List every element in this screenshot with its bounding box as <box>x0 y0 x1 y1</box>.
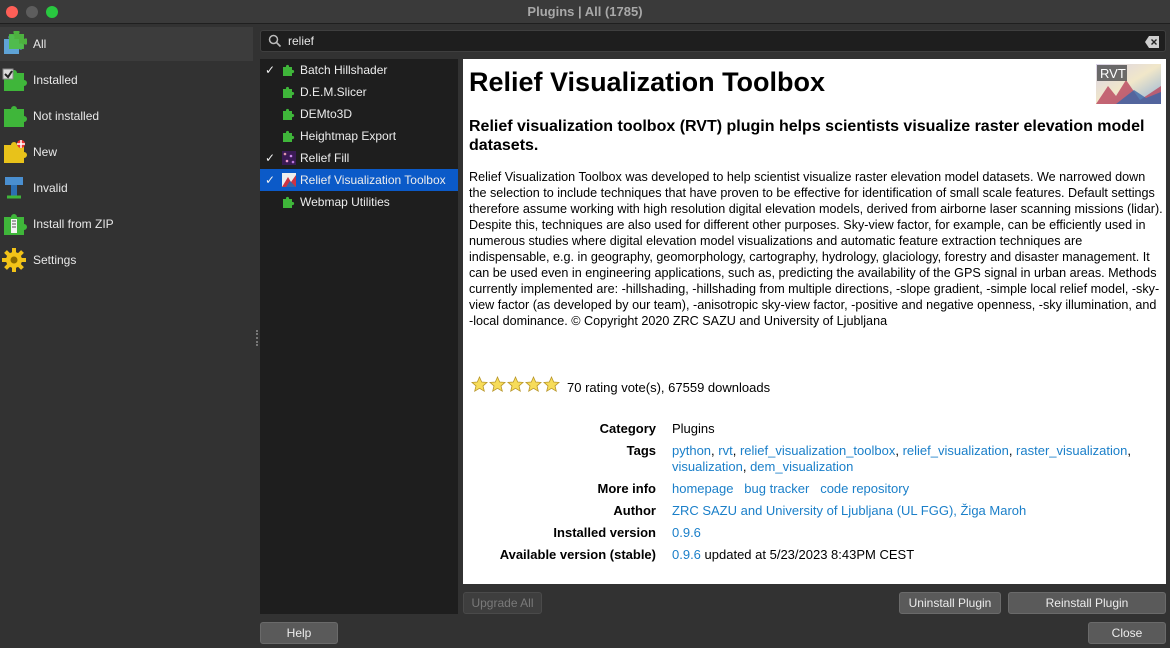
installed-check: ✓ <box>264 63 276 77</box>
star-icon <box>489 376 506 393</box>
tag-link[interactable]: python <box>672 443 711 458</box>
clear-search-icon[interactable] <box>1145 35 1159 48</box>
new-plugins-icon <box>1 139 27 165</box>
star-icon <box>525 376 542 393</box>
plugin-puzzle-icon <box>282 129 296 143</box>
window-title: Plugins | All (1785) <box>527 4 643 19</box>
installed-version-link[interactable]: 0.9.6 <box>672 525 701 540</box>
sidebar-item-new[interactable]: New <box>0 135 253 169</box>
plugin-name: DEMto3D <box>300 107 353 121</box>
plugin-puzzle-icon <box>282 85 296 99</box>
installed-version-value: 0.9.6 <box>672 525 1152 541</box>
sidebar-item-not-installed[interactable]: Not installed <box>0 99 253 133</box>
sidebar-item-label: Installed <box>33 73 78 87</box>
list-item-selected[interactable]: ✓ Relief Visualization Toolbox <box>260 169 458 191</box>
plugin-detail-panel: Relief Visualization Toolbox RVT Relief … <box>463 59 1166 584</box>
plugin-name: D.E.M.Slicer <box>300 85 367 99</box>
invalid-plugins-icon <box>1 175 27 201</box>
sidebar-item-label: Not installed <box>33 109 100 123</box>
plugins-window: Plugins | All (1785) All Installed Not i… <box>0 0 1170 648</box>
plugin-name: Relief Visualization Toolbox <box>300 173 446 187</box>
list-item[interactable]: ✓ Relief Fill <box>260 147 458 169</box>
sidebar-item-label: New <box>33 145 58 159</box>
available-version-link[interactable]: 0.9.6 <box>672 547 701 562</box>
sidebar-item-all[interactable]: All <box>0 27 253 61</box>
meta-key: Tags <box>626 443 656 458</box>
rating-stars <box>471 376 561 393</box>
meta-key: Category <box>599 421 656 436</box>
tag-link[interactable]: visualization <box>672 459 743 474</box>
upgrade-all-button[interactable]: Upgrade All <box>463 592 542 614</box>
installed-check: ✓ <box>264 151 276 165</box>
search-box <box>260 30 1166 52</box>
meta-key: Installed version <box>553 525 656 540</box>
search-icon <box>268 34 282 48</box>
relief-fill-icon <box>282 151 296 165</box>
splitter-handle[interactable] <box>256 330 259 346</box>
available-version-value: 0.9.6 updated at 5/23/2023 8:43PM CEST <box>672 547 1152 563</box>
sidebar-item-invalid[interactable]: Invalid <box>0 171 253 205</box>
plugin-puzzle-icon <box>282 195 296 209</box>
plugin-name: Webmap Utilities <box>300 195 390 209</box>
sidebar-item-label: Settings <box>33 253 77 267</box>
plugin-name: Relief Fill <box>300 151 350 165</box>
search-input[interactable] <box>288 32 1128 50</box>
sidebar: All Installed Not installed New Invalid <box>0 25 253 648</box>
star-icon <box>471 376 488 393</box>
settings-gear-icon <box>1 247 27 273</box>
meta-key: Available version (stable) <box>499 547 656 562</box>
sidebar-item-settings[interactable]: Settings <box>0 243 253 277</box>
star-icon <box>543 376 560 393</box>
category-value: Plugins <box>672 421 715 436</box>
list-item[interactable]: D.E.M.Slicer <box>260 81 458 103</box>
sidebar-item-install-zip[interactable]: Install from ZIP <box>0 207 253 241</box>
tag-link[interactable]: raster_visualization <box>1016 443 1127 458</box>
help-button[interactable]: Help <box>260 622 338 644</box>
tag-link[interactable]: relief_visualization <box>903 443 1009 458</box>
rvt-logo-icon <box>282 173 296 187</box>
meta-key: Author <box>613 503 656 518</box>
more-info-links: homepage bug tracker code repository <box>672 481 1152 497</box>
star-icon <box>507 376 524 393</box>
list-item[interactable]: Heightmap Export <box>260 125 458 147</box>
plugin-name: Heightmap Export <box>300 129 397 143</box>
bug-tracker-link[interactable]: bug tracker <box>744 481 809 496</box>
not-installed-plugins-icon <box>1 103 27 129</box>
sidebar-item-label: Install from ZIP <box>33 217 114 231</box>
plugin-subtitle: Relief visualization toolbox (RVT) plugi… <box>469 118 1145 154</box>
homepage-link[interactable]: homepage <box>672 481 733 496</box>
available-updated-text: updated at 5/23/2023 8:43PM CEST <box>704 547 915 562</box>
tag-link[interactable]: dem_visualization <box>750 459 853 474</box>
close-button[interactable]: Close <box>1088 622 1166 644</box>
author-value: ZRC SAZU and University of Ljubljana (UL… <box>672 503 1152 519</box>
plugin-list: ✓ Batch Hillshader D.E.M.Slicer DEMto3D … <box>260 59 458 614</box>
author-link[interactable]: ZRC SAZU and University of Ljubljana (UL… <box>672 503 1026 518</box>
sidebar-item-label: All <box>33 37 47 51</box>
tag-link[interactable]: rvt <box>718 443 732 458</box>
plugin-title: Relief Visualization Toolbox <box>469 67 826 97</box>
sidebar-item-label: Invalid <box>33 181 68 195</box>
meta-key: More info <box>597 481 657 496</box>
sidebar-item-installed[interactable]: Installed <box>0 63 253 97</box>
list-item[interactable]: ✓ Batch Hillshader <box>260 59 458 81</box>
tags-value: python, rvt, relief_visualization_toolbo… <box>672 443 1131 474</box>
installed-check: ✓ <box>264 173 276 187</box>
rvt-logo-image: RVT <box>1096 64 1161 104</box>
title-bar: Plugins | All (1785) <box>0 0 1170 24</box>
tag-link[interactable]: relief_visualization_toolbox <box>740 443 895 458</box>
all-plugins-icon <box>1 29 29 57</box>
plugin-name: Batch Hillshader <box>300 63 388 77</box>
code-repository-link[interactable]: code repository <box>820 481 909 496</box>
installed-plugins-icon <box>1 67 27 93</box>
logo-text: RVT <box>1100 66 1126 81</box>
plugin-puzzle-icon <box>282 107 296 121</box>
rating-votes: 70 rating vote(s), 67559 downloads <box>567 380 771 395</box>
uninstall-plugin-button[interactable]: Uninstall Plugin <box>899 592 1001 614</box>
plugin-puzzle-icon <box>282 63 296 77</box>
list-item[interactable]: DEMto3D <box>260 103 458 125</box>
list-item[interactable]: Webmap Utilities <box>260 191 458 213</box>
reinstall-plugin-button[interactable]: Reinstall Plugin <box>1008 592 1166 614</box>
plugin-description: Relief Visualization Toolbox was develop… <box>469 170 1163 328</box>
install-zip-icon <box>1 211 27 237</box>
